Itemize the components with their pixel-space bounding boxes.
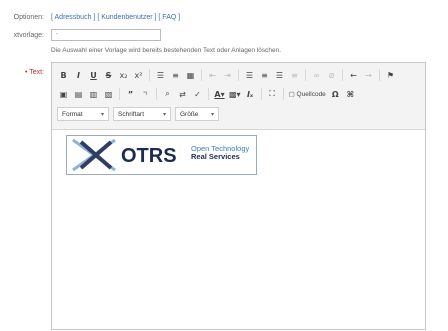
format-combo-label: Format: [62, 110, 83, 118]
align-center-button[interactable]: ≡: [258, 69, 271, 81]
justify-button[interactable]: ≡: [288, 69, 301, 81]
maximize-button[interactable]: ⌘: [344, 88, 357, 100]
image-button[interactable]: ▣: [57, 88, 70, 100]
font-combo-label: Schriftart: [118, 110, 145, 118]
toolbar-separator: [201, 69, 202, 81]
font-combo[interactable]: Schriftart ▾: [113, 107, 171, 121]
flag-button[interactable]: ⚑: [384, 69, 397, 81]
faq-link[interactable]: [ FAQ ]: [158, 14, 180, 21]
options-links: [ Adressbuch ] [ Kundenbenutzer ] [ FAQ …: [51, 14, 180, 21]
toolbar-separator: [379, 69, 380, 81]
text-color-button[interactable]: A▾: [213, 88, 226, 100]
template-label: xtvorlage:: [13, 32, 44, 39]
template-hint: Die Auswahl einer Vorlage wird bereits b…: [51, 47, 282, 54]
options-label: Optionen:: [13, 14, 44, 21]
indent-button[interactable]: ⇥: [221, 69, 234, 81]
source-button[interactable]: ▢ Quellcode: [288, 88, 327, 100]
find-button[interactable]: ⌕: [161, 88, 174, 100]
special-char-button[interactable]: Ω: [329, 88, 342, 100]
numbered-list-button[interactable]: ☰: [154, 69, 167, 81]
otrs-logo-image: OTRS Open Technology Real Services: [66, 135, 257, 175]
size-combo-label: Größe: [180, 110, 199, 118]
logo-wordmark: OTRS: [121, 145, 177, 167]
outdent-button[interactable]: ⇤: [206, 69, 219, 81]
toolbar-separator: [260, 88, 262, 100]
remove-format-button[interactable]: Iₓ: [244, 88, 257, 100]
paste-text-button[interactable]: ▥: [87, 88, 100, 100]
toolbar-separator: [156, 88, 157, 100]
undo-button[interactable]: ←: [347, 69, 360, 81]
toolbar-separator: [208, 88, 209, 100]
customer-user-link[interactable]: [ Kundenbenutzer ]: [97, 14, 156, 21]
size-combo[interactable]: Größe ▾: [175, 107, 219, 121]
toolbar-separator: [342, 69, 343, 81]
toolbar-separator: [119, 88, 120, 100]
toolbar-separator: [149, 69, 150, 81]
link-button[interactable]: ∞: [310, 69, 323, 81]
text-label: • Text:: [24, 69, 44, 76]
paste-word-button[interactable]: ▧: [102, 88, 115, 100]
blockquote-button[interactable]: ”: [124, 88, 137, 100]
toolbar-row-1: B I U Sx₂ x² ☰ ≡ ▦ ⇤ ⇥ ☰ ≡ ☰ ≡ ∞ ⊘ ← → ⚑: [57, 68, 399, 82]
toolbar-row-2: ▣ ▤ ▥ ▧ ” ”¹ ⌕ ⇄ ✓ A▾ ▩▾ Iₓ ⛶ ▢ Quellcode Ω ⌘: [57, 87, 359, 101]
options-row: Optionen: [ Adressbuch ] [ Kundenbenutze…: [0, 14, 448, 24]
editor-content-area[interactable]: OTRS Open Technology Real Services: [52, 130, 425, 329]
fullscreen-button[interactable]: ⛶: [266, 88, 279, 100]
rich-text-editor: B I U Sx₂ x² ☰ ≡ ▦ ⇤ ⇥ ☰ ≡ ☰ ≡ ∞ ⊘ ← → ⚑ ▣ ▤ ▥ ▧” ”¹ ⌕ ⇄ ✓ A▾ ▩▾ Iₓ ⛶…: [51, 62, 426, 330]
template-row: xtvorlage: -: [0, 29, 448, 43]
underline-button[interactable]: U: [87, 69, 100, 81]
align-left-button[interactable]: ☰: [243, 69, 256, 81]
toolbar-row-3: Format ▾ Schriftart ▾ Größe ▾: [57, 107, 223, 121]
replace-button[interactable]: ⇄: [176, 88, 189, 100]
editor-toolbar: B I U Sx₂ x² ☰ ≡ ▦ ⇤ ⇥ ☰ ≡ ☰ ≡ ∞ ⊘ ← → ⚑ ▣ ▤ ▥ ▧” ”¹ ⌕ ⇄ ✓ A▾ ▩▾ Iₓ ⛶…: [52, 63, 425, 130]
strike-button[interactable]: S: [102, 69, 115, 81]
logo-tagline: Open Technology Real Services: [191, 145, 249, 161]
spellcheck-button[interactable]: ✓: [191, 88, 204, 100]
paste-button[interactable]: ▤: [72, 88, 85, 100]
redo-button[interactable]: →: [362, 69, 375, 81]
toolbar-separator: [238, 69, 239, 81]
otrs-cross-icon: [72, 138, 116, 172]
superscript-button[interactable]: x²: [132, 69, 145, 81]
bold-button[interactable]: B: [57, 69, 70, 81]
bg-color-button[interactable]: ▩▾: [228, 88, 242, 100]
toolbar-separator: [305, 69, 306, 81]
template-select[interactable]: -: [51, 29, 161, 41]
chevron-down-icon: ▾: [100, 111, 104, 118]
special-quote-button[interactable]: ”¹: [139, 88, 152, 100]
format-combo[interactable]: Format ▾: [57, 107, 109, 121]
chevron-down-icon: ▾: [210, 111, 214, 118]
logo-tagline-2: Real Services: [191, 152, 240, 161]
address-book-link[interactable]: [ Adressbuch ]: [51, 14, 95, 21]
unlink-button[interactable]: ⊘: [325, 69, 338, 81]
table-button[interactable]: ▦: [184, 69, 197, 81]
italic-button[interactable]: I: [72, 69, 85, 81]
subscript-button[interactable]: x₂: [117, 69, 130, 81]
chevron-down-icon: ▾: [162, 111, 166, 118]
toolbar-separator: [282, 88, 284, 100]
bulleted-list-button[interactable]: ≡: [169, 69, 182, 81]
align-right-button[interactable]: ☰: [273, 69, 286, 81]
